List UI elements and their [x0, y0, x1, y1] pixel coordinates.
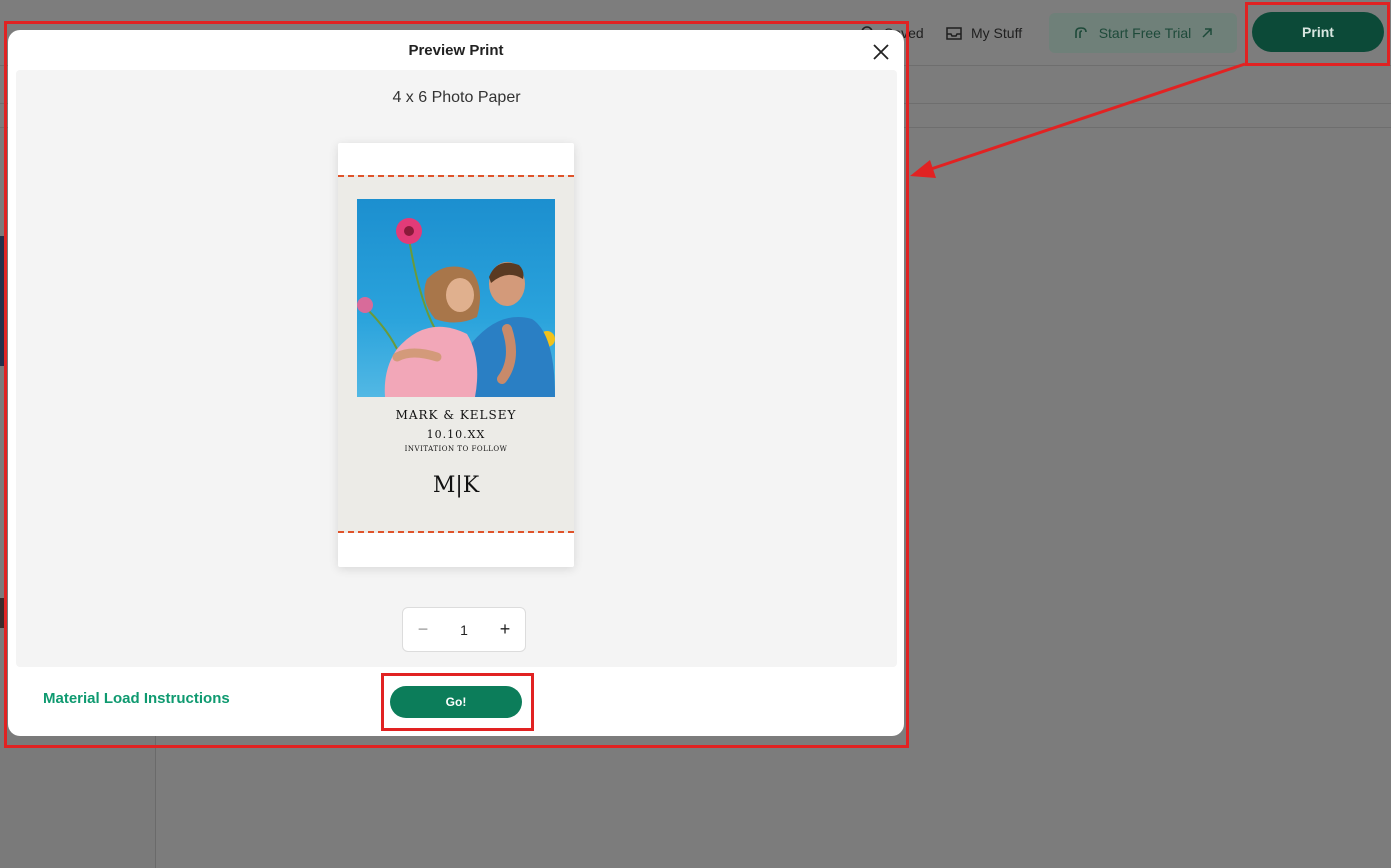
inbox-icon [946, 27, 962, 40]
my-stuff-button[interactable]: My Stuff [945, 22, 1022, 44]
annotation-box-print [1245, 2, 1390, 66]
start-free-trial-label: Start Free Trial [1098, 25, 1192, 41]
subscription-icon [1074, 27, 1087, 38]
annotation-box-modal [4, 21, 909, 748]
annotation-box-go [381, 673, 534, 731]
my-stuff-label: My Stuff [971, 25, 1023, 41]
start-free-trial-button[interactable]: Start Free Trial [1049, 13, 1237, 53]
external-arrow-icon [1202, 28, 1213, 38]
